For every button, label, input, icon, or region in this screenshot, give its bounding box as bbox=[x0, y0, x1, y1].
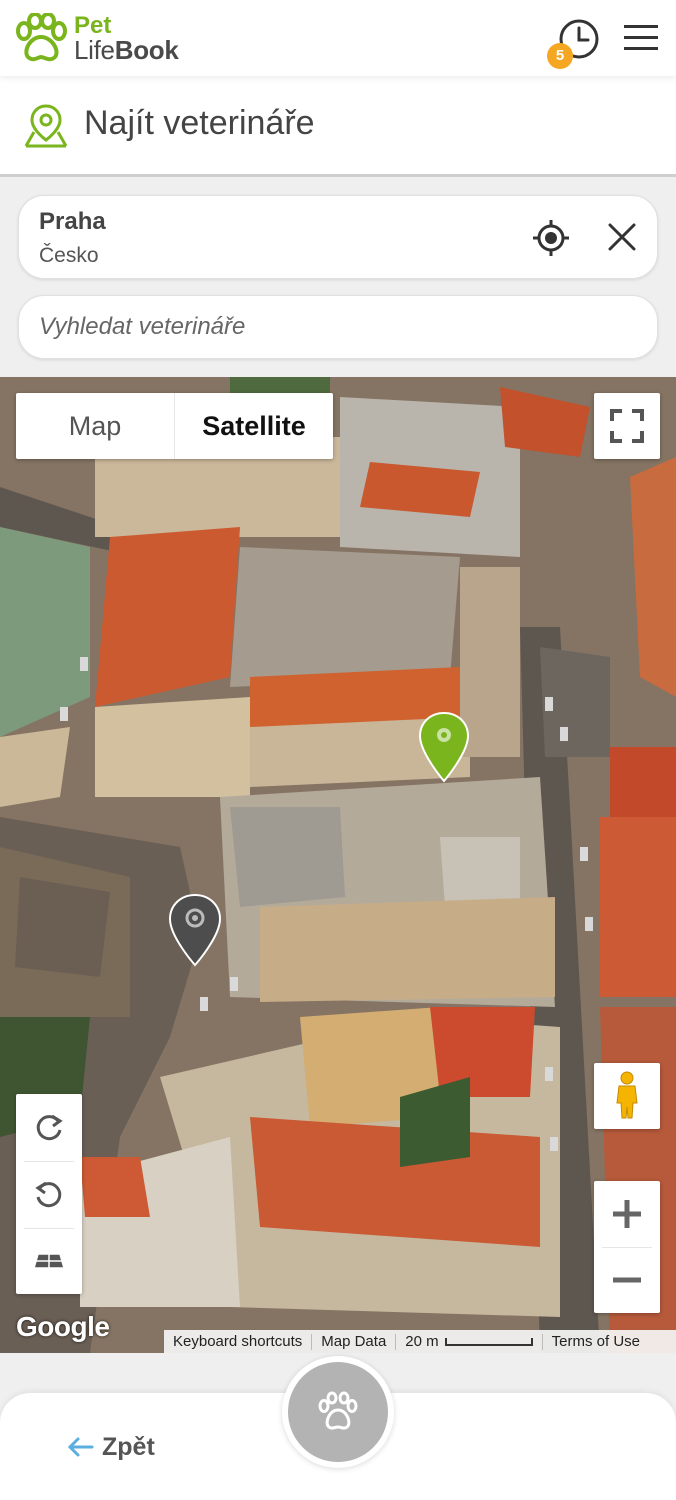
page-title: Najít veterináře bbox=[84, 104, 315, 142]
fullscreen-icon bbox=[610, 409, 644, 443]
back-arrow-icon bbox=[67, 1437, 94, 1457]
fullscreen-button[interactable] bbox=[594, 393, 660, 459]
paw-logo-icon bbox=[16, 13, 67, 62]
zoom-in-button[interactable] bbox=[594, 1181, 660, 1247]
app-logo[interactable]: Pet LifeBook bbox=[14, 10, 204, 66]
app-header: Pet LifeBook 5 bbox=[0, 0, 676, 76]
google-logo: Google bbox=[16, 1311, 110, 1342]
map-data-link[interactable]: Map Data bbox=[312, 1333, 395, 1350]
paw-action-button[interactable] bbox=[282, 1356, 394, 1468]
map-attribution: Keyboard shortcuts Map Data 20 m Terms o… bbox=[164, 1330, 676, 1353]
selected-vet-marker[interactable] bbox=[418, 711, 470, 783]
rotate-clockwise-icon[interactable] bbox=[16, 1094, 82, 1160]
location-field[interactable]: Praha Česko bbox=[18, 195, 658, 279]
map-type-toggle: Map Satellite bbox=[16, 393, 333, 459]
street-view-button[interactable] bbox=[594, 1063, 660, 1129]
logo-lifebook-text: LifeBook bbox=[74, 35, 179, 65]
rotate-counterclockwise-icon[interactable] bbox=[16, 1161, 82, 1227]
map-type-satellite-button[interactable]: Satellite bbox=[174, 393, 333, 459]
rotate-tilt-control bbox=[16, 1094, 82, 1294]
location-country: Česko bbox=[39, 244, 99, 267]
map-view[interactable]: Map Satellite Google Keyboard shortcuts … bbox=[0, 377, 676, 1353]
zoom-control bbox=[594, 1181, 660, 1313]
map-type-map-button[interactable]: Map bbox=[16, 393, 174, 459]
notification-badge: 5 bbox=[547, 43, 573, 69]
satellite-imagery bbox=[0, 377, 676, 1353]
paw-icon bbox=[318, 1391, 358, 1430]
crosshair-locate-icon[interactable] bbox=[531, 218, 571, 258]
vet-search-input[interactable] bbox=[18, 295, 658, 359]
location-city: Praha bbox=[39, 208, 106, 235]
scale-bar bbox=[444, 1338, 533, 1347]
map-pin-icon bbox=[24, 104, 68, 148]
back-label: Zpět bbox=[102, 1432, 155, 1461]
terms-of-use-link[interactable]: Terms of Use bbox=[543, 1333, 649, 1350]
pegman-icon bbox=[616, 1071, 638, 1119]
map-scale[interactable]: 20 m bbox=[396, 1333, 541, 1350]
hamburger-menu-icon[interactable] bbox=[624, 22, 658, 52]
zoom-out-button[interactable] bbox=[594, 1247, 660, 1313]
back-button[interactable]: Zpět bbox=[66, 1430, 155, 1464]
close-icon[interactable] bbox=[605, 220, 639, 254]
page-title-row: Najít veterináře bbox=[0, 76, 676, 176]
keyboard-shortcuts-link[interactable]: Keyboard shortcuts bbox=[164, 1333, 311, 1350]
vet-marker[interactable] bbox=[168, 893, 222, 967]
search-area: Praha Česko bbox=[0, 177, 676, 377]
tilt-icon[interactable] bbox=[16, 1228, 82, 1294]
